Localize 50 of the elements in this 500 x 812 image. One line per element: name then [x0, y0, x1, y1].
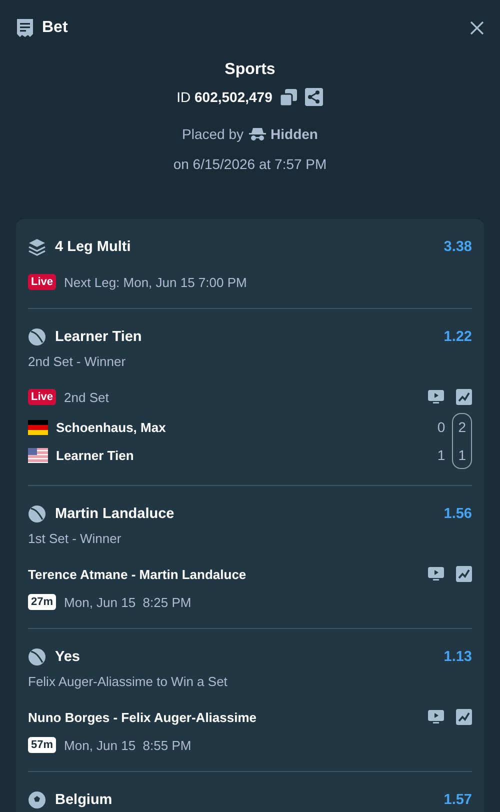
tv-play-icon[interactable]: [428, 567, 444, 581]
panel-title: Bet: [42, 19, 68, 37]
tv-play-icon[interactable]: [428, 710, 444, 724]
leg-odds: 1.13: [444, 649, 472, 665]
placed-by-user: Hidden: [270, 126, 318, 142]
leg-selection: Yes: [55, 649, 80, 665]
leg-odds: 1.56: [444, 506, 472, 522]
leg-market: Felix Auger-Aliassime to Win a Set: [28, 673, 228, 691]
tv-play-icon[interactable]: [428, 390, 444, 404]
leg-odds: 1.57: [444, 792, 472, 808]
player-name: Schoenhaus, Max: [56, 420, 166, 434]
trend-chart-icon[interactable]: [456, 566, 472, 582]
trend-chart-icon[interactable]: [456, 709, 472, 725]
close-button[interactable]: [470, 21, 484, 35]
receipt-icon: [16, 18, 34, 38]
leg-selection: Martin Landaluce: [55, 506, 174, 522]
placed-by-label: Placed by: [182, 126, 244, 142]
set-score: 2: [458, 418, 466, 437]
next-leg-time: Next Leg: Mon, Jun 15 7:00 PM: [64, 274, 247, 290]
live-badge: Live: [28, 274, 56, 290]
multi-title: 4 Leg Multi: [55, 239, 131, 255]
countdown-badge: 57m: [28, 737, 56, 753]
copy-icon: [280, 88, 298, 106]
match-name: Nuno Borges - Felix Auger-Aliassime: [28, 710, 257, 724]
leg-odds: 1.22: [444, 329, 472, 345]
leg-market: 2nd Set - Winner: [28, 353, 127, 371]
share-icon: [305, 88, 324, 106]
game-score: 0: [437, 418, 446, 437]
start-time: Mon, Jun 15 8:55 PM: [64, 738, 192, 752]
placed-date: on 6/15/2026 at 7:57 PM: [173, 155, 327, 174]
leg-selection: Learner Tien: [55, 329, 142, 345]
set-score: 1: [458, 446, 466, 465]
share-button[interactable]: [305, 88, 324, 106]
trend-chart-icon[interactable]: [456, 389, 472, 405]
bet-id: ID 602,502,479: [176, 89, 272, 105]
start-time: Mon, Jun 15 8:25 PM: [64, 594, 192, 610]
leg-selection: Belgium: [55, 792, 112, 808]
match-name: Terence Atmane - Martin Landaluce: [28, 566, 246, 582]
total-odds: 3.38: [444, 239, 472, 255]
incognito-icon: [248, 127, 266, 141]
leg-market: 1st Set - Winner: [28, 530, 122, 548]
countdown-badge: 27m: [28, 594, 56, 610]
bet-category: Sports: [224, 60, 276, 80]
game-score: 1: [437, 446, 446, 465]
close-icon: [470, 21, 484, 35]
copy-button[interactable]: [280, 88, 298, 106]
live-badge: Live: [28, 389, 56, 405]
match-period: 2nd Set: [64, 390, 109, 404]
player-name: Learner Tien: [56, 448, 134, 462]
layers-icon: [28, 238, 46, 256]
